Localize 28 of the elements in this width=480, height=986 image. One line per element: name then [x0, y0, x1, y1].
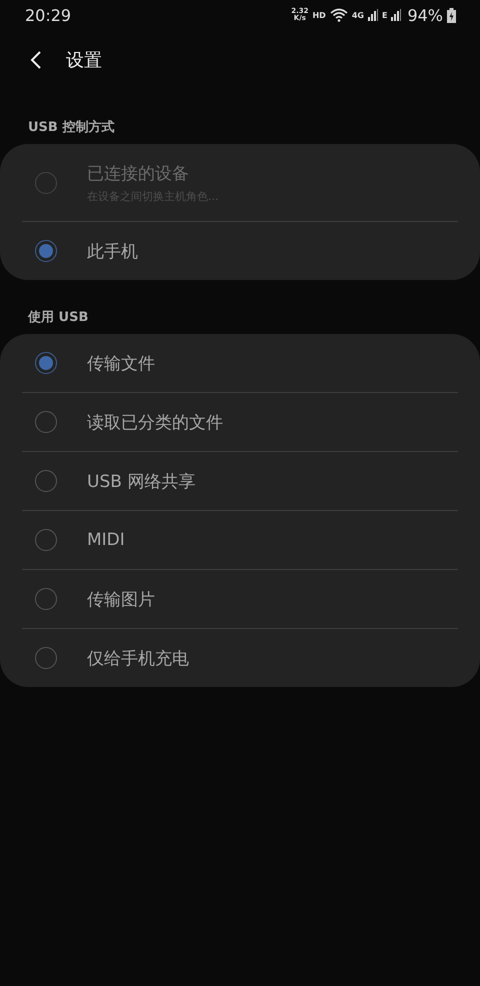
radio-button[interactable] [35, 470, 57, 492]
signal-icon [368, 9, 378, 21]
signal-icon [391, 9, 402, 21]
radio-button[interactable] [35, 352, 57, 374]
radio-button[interactable] [35, 647, 57, 669]
network-type: 4G [352, 10, 364, 20]
section-title: 使用 USB [26, 309, 90, 327]
status-time: 20:29 [25, 6, 72, 24]
option-label: 仅给手机充电 [87, 648, 189, 670]
radio-button[interactable] [35, 240, 57, 262]
network-type: E [382, 10, 388, 20]
option-label: MIDI [87, 530, 125, 550]
option-label: 此手机 [87, 240, 138, 262]
radio-button[interactable] [35, 588, 57, 610]
back-icon [30, 50, 42, 70]
hd-indicator: HD [312, 10, 326, 20]
option-label: 已连接的设备 [87, 162, 190, 184]
radio-button[interactable] [35, 529, 57, 551]
option-label: 传输文件 [87, 352, 155, 374]
battery-charging-icon [447, 8, 456, 22]
option-label: 读取已分类的文件 [87, 412, 223, 434]
option-label: 传输图片 [87, 588, 155, 610]
radio-button[interactable] [35, 411, 57, 433]
page-title: 设置 [66, 49, 102, 72]
battery-level: 94% [407, 6, 443, 24]
section-title: USB 控制方式 [27, 118, 116, 137]
option-label: USB 网络共享 [87, 470, 196, 492]
wifi-icon [330, 8, 348, 22]
